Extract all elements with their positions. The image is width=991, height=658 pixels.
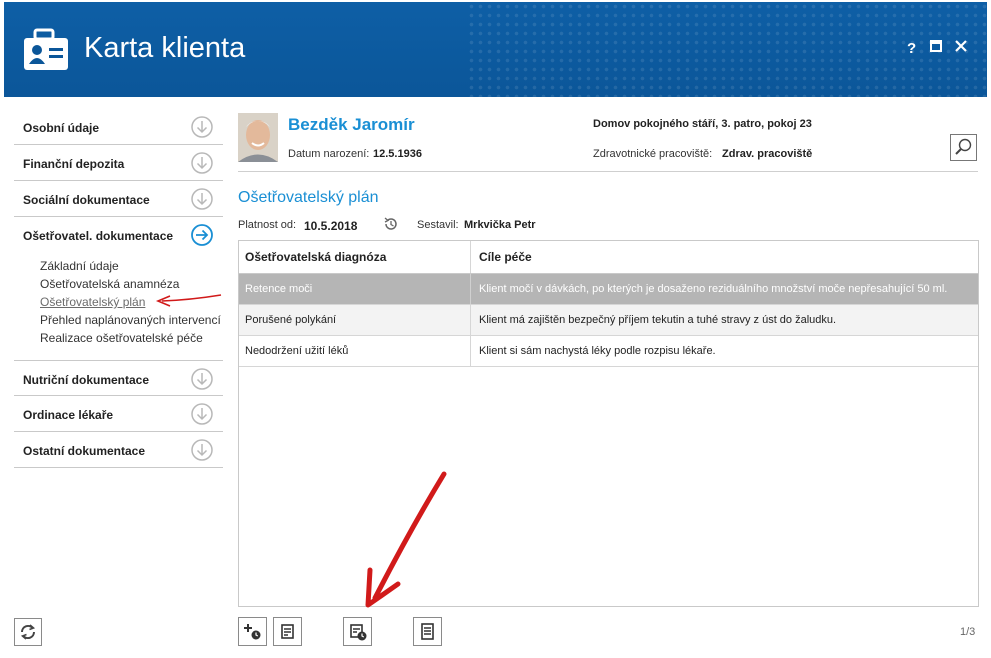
dob-value: 12.5.1936 <box>373 148 422 160</box>
column-header-goals[interactable]: Cíle péče <box>471 241 978 273</box>
sidebar-item-label: Ošetřovatel. dokumentace <box>23 229 174 243</box>
workplace-label: Zdravotnické pracoviště: <box>593 148 713 160</box>
chevron-down-circle-icon <box>191 439 213 461</box>
subitem-basic-info[interactable]: Základní údaje <box>40 259 119 273</box>
sidebar-item-label: Osobní údaje <box>23 121 100 135</box>
valid-from-label: Platnost od: <box>238 219 297 231</box>
window-title: Karta klienta <box>84 32 246 64</box>
chevron-down-circle-icon <box>191 368 213 390</box>
author-label: Sestavil: <box>417 219 459 231</box>
help-button[interactable]: ? <box>907 40 916 57</box>
maximize-button[interactable] <box>930 40 942 52</box>
cell-goal: Klient močí v dávkách, po kterých je dos… <box>479 283 948 295</box>
cell-goal: Klient má zajištěn bezpečný příjem tekut… <box>479 314 837 326</box>
sidebar-item-nursing[interactable]: Ošetřovatel. dokumentace <box>14 217 223 253</box>
sidebar-item-social[interactable]: Sociální dokumentace <box>14 181 223 217</box>
table-row[interactable]: Nedodržení užití léků Klient si sám nach… <box>239 336 978 367</box>
cell-diagnosis: Nedodržení užití léků <box>239 336 471 366</box>
subitem-nursing-plan[interactable]: Ošetřovatelský plán <box>40 295 145 309</box>
arrow-right-circle-icon <box>191 224 213 246</box>
chevron-down-circle-icon <box>191 152 213 174</box>
sidebar-item-other[interactable]: Ostatní dokumentace <box>14 432 223 468</box>
cell-goal: Klient si sám nachystá léky podle rozpis… <box>479 345 716 357</box>
app-header: Karta klienta ? <box>4 2 987 97</box>
cell-diagnosis: Porušené polykání <box>239 305 471 335</box>
workplace-value: Zdrav. pracoviště <box>722 148 813 160</box>
document-list-button[interactable] <box>413 617 442 646</box>
close-button[interactable] <box>955 40 967 52</box>
sidebar-item-label: Ordinace lékaře <box>23 408 114 422</box>
chevron-down-circle-icon <box>191 188 213 210</box>
subitem-care-realization[interactable]: Realizace ošetřovatelské péče <box>40 331 203 345</box>
edit-document-icon <box>274 618 301 645</box>
sidebar-item-label: Finanční depozita <box>23 157 125 171</box>
section-title: Ošetřovatelský plán <box>238 189 379 206</box>
client-name: Bezděk Jaromír <box>288 115 415 134</box>
table-row[interactable]: Retence moči Klient močí v dávkách, po k… <box>239 274 978 305</box>
calendar-clock-icon <box>344 618 371 645</box>
search-button[interactable] <box>950 134 977 161</box>
column-header-diagnosis[interactable]: Ošetřovatelská diagnóza <box>239 241 471 273</box>
add-schedule-icon <box>239 618 266 645</box>
sidebar-item-nutrition[interactable]: Nutriční dokumentace <box>14 360 223 396</box>
chevron-down-circle-icon <box>191 116 213 138</box>
chevron-down-circle-icon <box>191 403 213 425</box>
sidebar-item-finance[interactable]: Finanční depozita <box>14 145 223 181</box>
document-list-icon <box>414 618 441 645</box>
plan-schedule-button[interactable] <box>343 617 372 646</box>
cell-diagnosis: Retence moči <box>239 274 471 304</box>
subitem-planned-interventions[interactable]: Přehled naplánovaných intervencí <box>40 313 221 327</box>
add-schedule-button[interactable] <box>238 617 267 646</box>
sidebar-item-doctor[interactable]: Ordinace lékaře <box>14 396 223 432</box>
edit-document-button[interactable] <box>273 617 302 646</box>
id-card-icon <box>22 28 70 72</box>
table-row[interactable]: Porušené polykání Klient má zajištěn bez… <box>239 305 978 336</box>
valid-from-value: 10.5.2018 <box>304 219 358 233</box>
subitem-anamnesis[interactable]: Ošetřovatelská anamnéza <box>40 277 179 291</box>
refresh-button[interactable] <box>14 618 42 646</box>
dob-label: Datum narození: <box>288 148 370 160</box>
page-indicator: 1/3 <box>960 626 976 638</box>
table-header: Ošetřovatelská diagnóza Cíle péče <box>239 241 978 274</box>
care-plan-table: Ošetřovatelská diagnóza Cíle péče Retenc… <box>238 240 979 607</box>
sidebar-item-label: Sociální dokumentace <box>23 193 150 207</box>
history-icon[interactable] <box>383 216 399 232</box>
sidebar-item-label: Nutriční dokumentace <box>23 373 150 387</box>
sidebar-item-label: Ostatní dokumentace <box>23 444 146 458</box>
client-location: Domov pokojného stáří, 3. patro, pokoj 2… <box>593 118 812 130</box>
author-value: Mrkvička Petr <box>464 219 536 231</box>
divider <box>238 171 978 172</box>
sidebar-item-personal[interactable]: Osobní údaje <box>14 109 223 145</box>
client-photo <box>238 113 278 162</box>
